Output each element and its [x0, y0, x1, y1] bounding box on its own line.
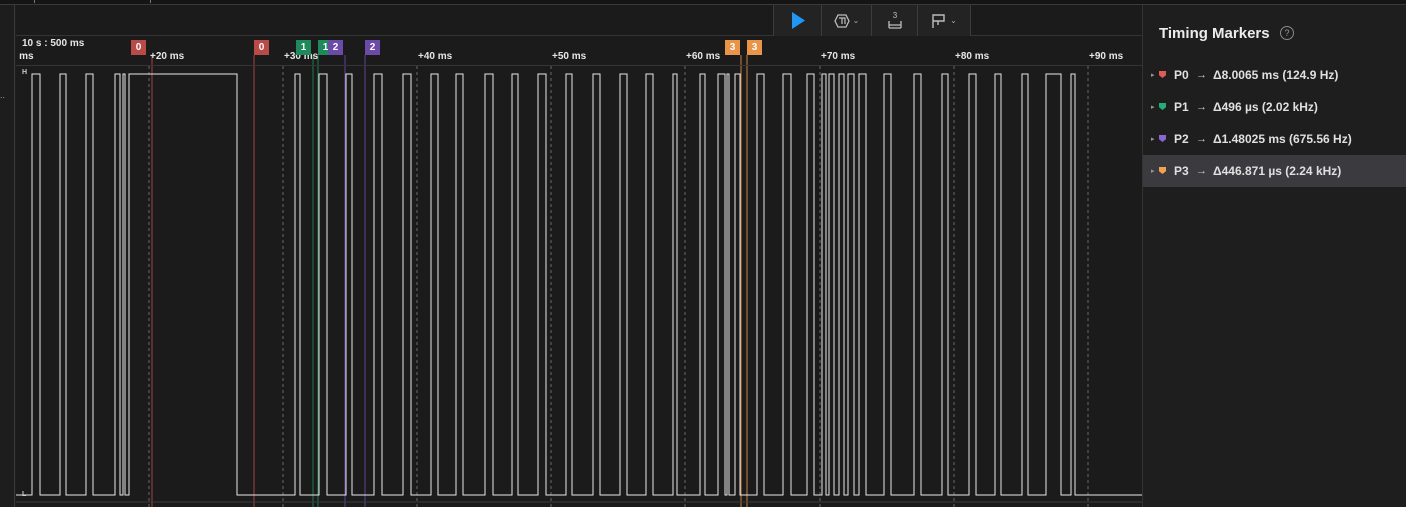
ruler-tick-label: +60 ms — [686, 51, 721, 62]
expand-caret-icon[interactable]: ▸ — [1151, 103, 1155, 111]
toolbar-row: ⌄ 3 ⌄ — [16, 5, 1142, 36]
trigger-menu-button[interactable]: ⌄ — [822, 5, 872, 36]
measure-button[interactable]: 3 — [872, 5, 918, 36]
marker-flag-3[interactable]: 3 — [747, 40, 762, 55]
measure-icon: 3 — [887, 11, 902, 29]
marker-delta-value: Δ1.48025 ms (675.56 Hz) — [1213, 132, 1352, 146]
marker-flag-2[interactable]: 2 — [365, 40, 380, 55]
marker-row-p0[interactable]: ▸ P0 → Δ8.0065 ms (124.9 Hz) — [1143, 59, 1406, 91]
start-capture-button[interactable] — [774, 5, 822, 36]
ruler-tick-label: +20 ms — [150, 51, 185, 62]
marker-name: P0 — [1174, 68, 1189, 82]
top-strip-tick — [34, 0, 35, 3]
expand-caret-icon[interactable]: ▸ — [1151, 167, 1155, 175]
arrow-right-icon: → — [1196, 133, 1207, 145]
help-circle-icon[interactable]: ? — [1280, 26, 1294, 40]
timing-markers-panel: Timing Markers ? ▸ P0 → Δ8.0065 ms (124.9 H… — [1142, 5, 1406, 507]
ruler-divider — [16, 65, 1142, 66]
gutter-dots: .. — [0, 90, 6, 100]
play-icon — [791, 12, 805, 29]
top-strip-tick — [150, 0, 151, 3]
marker-name: P1 — [1174, 100, 1189, 114]
arrow-right-icon: → — [1196, 69, 1207, 81]
ruler-tick-label: +90 ms — [1089, 51, 1124, 62]
ruler-tick-label: +40 ms — [418, 51, 453, 62]
level-low-label: L — [22, 491, 27, 498]
marker-color-icon — [1159, 71, 1166, 78]
waveform-canvas — [16, 55, 1142, 507]
marker-flag-3[interactable]: 3 — [725, 40, 740, 55]
marker-name: P2 — [1174, 132, 1189, 146]
ruler-tick-label: +80 ms — [955, 51, 990, 62]
waveform-area[interactable]: ⌄ 3 ⌄ 10 s : 500 ms ) ms+20 ms+30 ms+40 … — [16, 5, 1142, 507]
ruler-start-label: ) ms — [16, 51, 34, 62]
marker-row-p2[interactable]: ▸ P2 → Δ1.48025 ms (675.56 Hz) — [1143, 123, 1406, 155]
arrow-right-icon: → — [1196, 101, 1207, 113]
time-scale-label: 10 s : 500 ms — [22, 38, 85, 49]
channel-gutter: .. — [0, 5, 15, 507]
chevron-down-icon: ⌄ — [950, 16, 957, 25]
marker-flag-1[interactable]: 1 — [296, 40, 311, 55]
marker-name: P3 — [1174, 164, 1189, 178]
capture-toolbar: ⌄ 3 ⌄ — [773, 5, 971, 36]
marker-delta-value: Δ8.0065 ms (124.9 Hz) — [1213, 68, 1339, 82]
marker-flag-2[interactable]: 2 — [328, 40, 343, 55]
expand-caret-icon[interactable]: ▸ — [1151, 71, 1155, 79]
trigger-icon — [833, 13, 850, 28]
digital-signal-trace — [16, 73, 1142, 496]
marker-delta-value: Δ496 µs (2.02 kHz) — [1213, 100, 1318, 114]
marker-color-icon — [1159, 167, 1166, 174]
marker-row-p1[interactable]: ▸ P1 → Δ496 µs (2.02 kHz) — [1143, 91, 1406, 123]
level-high-label: H — [22, 69, 28, 76]
marker-flag-icon — [932, 13, 945, 28]
marker-flag-0[interactable]: 0 — [254, 40, 269, 55]
expand-caret-icon[interactable]: ▸ — [1151, 135, 1155, 143]
ruler-tick-label: +50 ms — [552, 51, 587, 62]
arrow-right-icon: → — [1196, 165, 1207, 177]
marker-color-icon — [1159, 135, 1166, 142]
ruler-tick-label: +70 ms — [821, 51, 856, 62]
marker-flag-0[interactable]: 0 — [131, 40, 146, 55]
time-ruler: ) ms+20 ms+30 ms+40 ms+50 ms+60 ms+70 ms… — [16, 51, 1142, 65]
marker-menu-button[interactable]: ⌄ — [918, 5, 970, 36]
panel-title: Timing Markers — [1159, 25, 1270, 42]
marker-row-p3[interactable]: ▸ P3 → Δ446.871 µs (2.24 kHz) — [1143, 155, 1406, 187]
marker-color-icon — [1159, 103, 1166, 110]
marker-delta-value: Δ446.871 µs (2.24 kHz) — [1213, 164, 1342, 178]
measure-digit: 3 — [892, 11, 897, 20]
chevron-down-icon: ⌄ — [852, 16, 860, 25]
